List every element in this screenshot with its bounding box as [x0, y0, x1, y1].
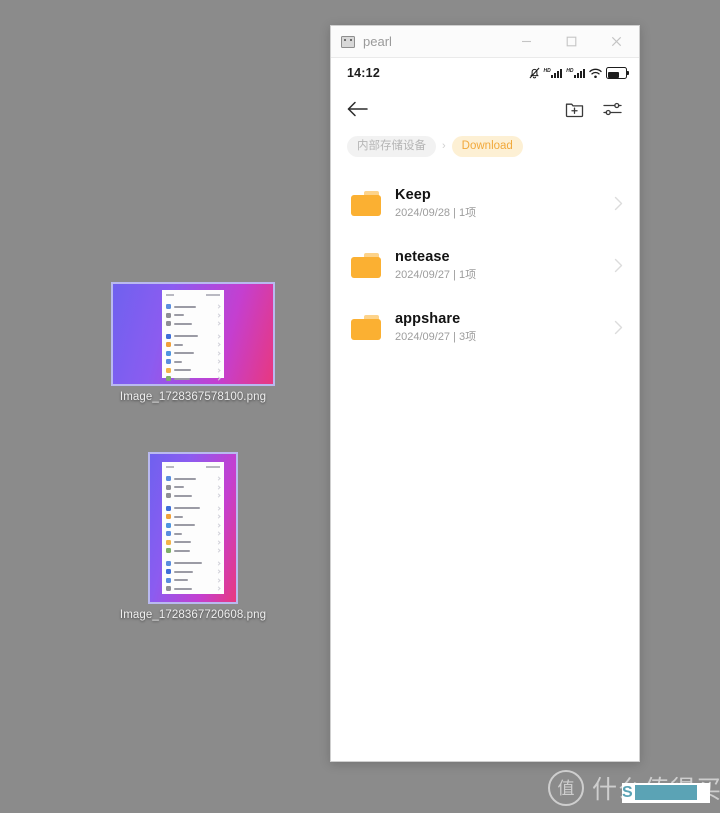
chevron-right-icon[interactable]: [614, 196, 623, 211]
thumbnail-status-row: [166, 294, 220, 296]
redaction-overlay: S T: [622, 783, 710, 803]
table-row[interactable]: Keep 2024/09/28 | 1项: [331, 172, 639, 234]
thumbnail-group: [166, 505, 221, 556]
back-arrow-icon[interactable]: [347, 96, 373, 122]
folder-icon: [351, 190, 381, 216]
mute-bell-icon: [529, 67, 540, 79]
desktop-icon-label: Image_1728367720608.png: [119, 609, 267, 621]
file-divider: |: [453, 268, 456, 281]
window-controls: [504, 26, 639, 57]
thumbnail-settings-panel: [162, 290, 224, 381]
file-count: 1项: [459, 268, 477, 281]
file-divider: |: [453, 206, 456, 219]
thumbnail-group: [166, 475, 221, 501]
file-name: Keep: [395, 186, 431, 203]
status-icons: HD HD: [529, 67, 629, 79]
file-info: appshare 2024/09/27 | 3项: [395, 310, 614, 345]
thumbnail-group: [166, 303, 221, 329]
file-date: 2024/09/27: [395, 268, 451, 281]
maximize-icon[interactable]: [549, 26, 594, 57]
file-count: 3项: [459, 330, 477, 343]
file-subtitle: 2024/09/27 | 1项: [395, 268, 614, 283]
phone-mirror-area[interactable]: 14:12 HD HD 内部存储设备 › Download Keep 2024/…: [331, 58, 639, 761]
sliders-icon[interactable]: [599, 96, 625, 122]
signal-hd-1-icon: HD: [544, 68, 563, 78]
file-count: 1项: [459, 206, 477, 219]
file-date: 2024/09/27: [395, 330, 451, 343]
file-info: netease 2024/09/27 | 1项: [395, 248, 614, 283]
desktop-icon-label: Image_1728367578100.png: [119, 391, 267, 403]
thumbnail-status-row: [166, 466, 220, 468]
file-date: 2024/09/28: [395, 206, 451, 219]
desktop-icon-image-1[interactable]: Image_1728367578100.png: [107, 282, 279, 403]
file-divider: |: [453, 330, 456, 343]
desktop-icon-thumbnail[interactable]: [111, 282, 275, 386]
redaction-bar: [635, 785, 697, 800]
file-manager-toolbar: [331, 88, 639, 130]
file-info: Keep 2024/09/28 | 1项: [395, 186, 614, 221]
minimize-icon[interactable]: [504, 26, 549, 57]
close-icon[interactable]: [594, 26, 639, 57]
status-clock: 14:12: [347, 66, 380, 80]
file-list: Keep 2024/09/28 | 1项 netease 2024/09/27 …: [331, 162, 639, 761]
phone-status-bar: 14:12 HD HD: [331, 58, 639, 88]
table-row[interactable]: netease 2024/09/27 | 1项: [331, 234, 639, 296]
breadcrumb-separator: ›: [442, 140, 446, 152]
window-titlebar[interactable]: pearl: [331, 26, 639, 58]
folder-icon: [351, 252, 381, 278]
thumbnail-settings-panel: [162, 462, 224, 594]
folder-icon: [351, 314, 381, 340]
new-folder-icon[interactable]: [561, 96, 587, 122]
table-row[interactable]: appshare 2024/09/27 | 3项: [331, 296, 639, 358]
desktop-icon-thumbnail[interactable]: [148, 452, 238, 604]
signal-hd-2-icon: HD: [566, 68, 585, 78]
window-title: pearl: [363, 34, 392, 49]
scrcpy-window[interactable]: pearl 14:12 HD HD 内部存储设备 › Download Keep…: [330, 25, 640, 762]
chevron-right-icon[interactable]: [614, 258, 623, 273]
file-name: netease: [395, 248, 450, 265]
breadcrumb-item-root[interactable]: 内部存储设备: [347, 135, 436, 157]
file-subtitle: 2024/09/27 | 3项: [395, 330, 614, 345]
desktop-icon-image-2[interactable]: Image_1728367720608.png: [112, 452, 274, 621]
battery-charging-icon: [606, 67, 629, 79]
chevron-right-icon[interactable]: [614, 320, 623, 335]
file-name: appshare: [395, 310, 461, 327]
thumbnail-group: [166, 560, 221, 594]
watermark-logo-icon: 值: [548, 770, 584, 806]
breadcrumb-item-current[interactable]: Download: [451, 135, 523, 157]
breadcrumb: 内部存储设备 › Download: [331, 130, 639, 162]
file-subtitle: 2024/09/28 | 1项: [395, 206, 614, 221]
wifi-icon: [589, 68, 602, 79]
monitor-icon: [341, 35, 355, 48]
thumbnail-group: [166, 333, 221, 384]
